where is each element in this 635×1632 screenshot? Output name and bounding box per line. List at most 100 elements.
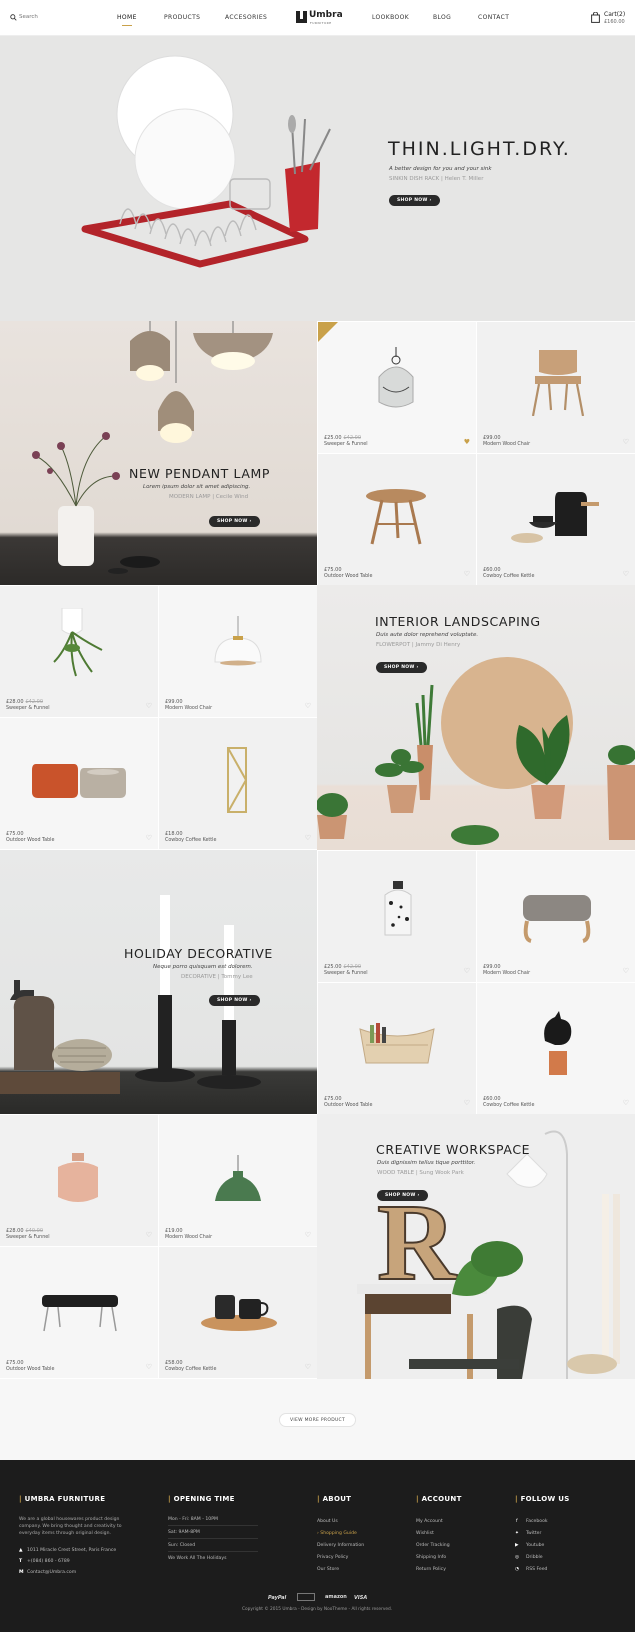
product-card[interactable]: £58.00 Cowboy Coffee Kettle ♡ (159, 1247, 317, 1378)
umbra-logo-icon (296, 11, 307, 23)
heart-icon[interactable]: ♡ (305, 1231, 311, 1239)
footer-link[interactable]: Wishlist (416, 1531, 434, 1536)
nav-contact[interactable]: CONTACT (478, 14, 509, 21)
product-name: Modern Wood Chair (165, 1235, 213, 1240)
heart-icon[interactable]: ♡ (623, 438, 629, 446)
heart-icon[interactable]: ♡ (305, 834, 311, 842)
opening-row: Mon - Fri: 8AM - 10PM (168, 1517, 258, 1526)
footer-link[interactable]: Delivery Information (317, 1543, 364, 1548)
banner-subtitle: Duis dignissim tellus tique porttitor. (377, 1160, 476, 1166)
banner-shop-now-button[interactable]: SHOP NOW › (377, 1190, 428, 1201)
product-price: £60.00 (483, 567, 501, 573)
banner-creative-workspace[interactable]: R CREATIVE WORKSPACE Duis dignissim tell… (317, 1114, 635, 1379)
product-card[interactable]: £60.00 Cowboy Coffee Kettle ♡ (477, 454, 635, 585)
heart-filled-icon[interactable]: ♥ (464, 438, 470, 446)
nav-lookbook[interactable]: LOOKBOOK (372, 14, 409, 21)
search-box[interactable]: Search (10, 13, 60, 23)
product-card[interactable]: £18.00 Cowboy Coffee Kettle ♡ (159, 718, 317, 849)
heart-icon[interactable]: ♡ (305, 702, 311, 710)
logo-sub: FURNITURE (310, 21, 332, 25)
heart-icon[interactable]: ♡ (464, 570, 470, 578)
footer-social-link[interactable]: RSS Feed (526, 1567, 547, 1572)
footer-link[interactable]: About Us (317, 1519, 338, 1524)
banner-pendant-lamp[interactable]: NEW PENDANT LAMP Lorem ipsum dolor sit a… (0, 321, 317, 585)
footer-link[interactable]: › Shopping Guide (317, 1531, 357, 1536)
product-card[interactable]: £99.00 Modern Wood Chair ♡ (159, 586, 317, 717)
heart-icon[interactable]: ♡ (623, 967, 629, 975)
rss-icon[interactable]: ◔ (515, 1567, 519, 1572)
heart-icon[interactable]: ♡ (146, 702, 152, 710)
nav-products[interactable]: PRODUCTS (164, 14, 200, 21)
product-name: Outdoor Wood Table (6, 1367, 55, 1372)
heart-icon[interactable]: ♡ (146, 1231, 152, 1239)
facebook-icon[interactable]: f (516, 1519, 518, 1524)
product-card[interactable]: £25.00 £42.00 Sweeper & Funnel ♥ (318, 322, 476, 453)
footer-social-link[interactable]: Facebook (526, 1519, 548, 1524)
banner-interior-landscaping[interactable]: INTERIOR LANDSCAPING Duis aute dolor rep… (317, 585, 635, 850)
opening-row: Sat: 9AM-8PM (168, 1530, 258, 1539)
product-card[interactable]: £99.00 Modern Wood Chair ♡ (477, 322, 635, 453)
paypal-logo: PayPal (268, 1595, 287, 1601)
footer-account-heading: ACCOUNT (416, 1495, 462, 1503)
product-image (544, 1011, 572, 1075)
product-old-price: £40.00 (25, 1228, 44, 1234)
product-name: Outdoor Wood Table (324, 574, 373, 579)
footer-social-link[interactable]: Youtube (526, 1543, 544, 1548)
product-card[interactable]: £28.00 £40.00 Sweeper & Funnel ♡ (0, 1115, 158, 1246)
banner-subtitle: Duis aute dolor reprehend voluptate. (376, 632, 479, 638)
footer-link[interactable]: Our Store (317, 1567, 339, 1572)
heart-icon[interactable]: ♡ (146, 1363, 152, 1371)
footer-email[interactable]: Contact@Umbra.com (27, 1570, 76, 1575)
heart-icon[interactable]: ♡ (464, 1099, 470, 1107)
product-card[interactable]: £75.00 Outdoor Wood Table ♡ (0, 1247, 158, 1378)
logo[interactable]: Umbra FURNITURE (296, 10, 344, 26)
product-card[interactable]: £19.00 Modern Wood Chair ♡ (159, 1115, 317, 1246)
heart-icon[interactable]: ♡ (146, 834, 152, 842)
banner-title: NEW PENDANT LAMP (129, 466, 271, 481)
footer-link[interactable]: Privacy Policy (317, 1555, 348, 1560)
product-old-price: £42.00 (25, 699, 44, 705)
footer-link[interactable]: Shipping Info (416, 1555, 446, 1560)
twitter-icon[interactable]: ✦ (515, 1531, 519, 1536)
product-card[interactable]: £28.00 £42.00 Sweeper & Funnel ♡ (0, 586, 158, 717)
footer-link[interactable]: Order Tracking (416, 1543, 450, 1548)
nav-home[interactable]: HOME (117, 14, 137, 26)
product-card[interactable]: £25.00 £42.00 Sweeper & Funnel ♡ (318, 851, 476, 982)
pendant-lamps-image (32, 321, 273, 574)
product-price: £18.00 (165, 831, 183, 837)
footer-link[interactable]: My Account (416, 1519, 443, 1524)
footer-social-link[interactable]: Twitter (526, 1531, 541, 1536)
product-card[interactable]: £75.00 Outdoor Wood Table ♡ (318, 454, 476, 585)
product-image (531, 350, 585, 416)
product-card[interactable]: £99.00 Modern Wood Chair ♡ (477, 851, 635, 982)
footer-link[interactable]: Return Policy (416, 1567, 446, 1572)
product-card[interactable]: £75.00 Outdoor Wood Table ♡ (0, 718, 158, 849)
banner-shop-now-button[interactable]: SHOP NOW › (209, 995, 260, 1006)
banner-title: HOLIDAY DECORATIVE (124, 946, 273, 961)
youtube-icon[interactable]: ▶ (515, 1543, 519, 1548)
heart-icon[interactable]: ♡ (464, 967, 470, 975)
cart[interactable]: Cart(2) £160.00 (591, 11, 631, 27)
banner-shop-now-button[interactable]: SHOP NOW › (209, 516, 260, 527)
hero-shop-now-button[interactable]: SHOP NOW › (389, 195, 440, 206)
heart-icon[interactable]: ♡ (623, 1099, 629, 1107)
banner-holiday-decorative[interactable]: HOLIDAY DECORATIVE Neque porro quisquam … (0, 850, 317, 1114)
nav-accesories[interactable]: ACCESORIES (225, 14, 267, 21)
product-old-price: £42.00 (343, 964, 362, 970)
view-more-button[interactable]: VIEW MORE PRODUCT (279, 1413, 356, 1427)
product-card[interactable]: £75.00 Outdoor Wood Table ♡ (318, 983, 476, 1114)
heart-icon[interactable]: ♡ (623, 570, 629, 578)
visa-logo: VISA (354, 1595, 368, 1601)
heart-icon[interactable]: ♡ (305, 1363, 311, 1371)
product-name: Cowboy Coffee Kettle (165, 838, 217, 843)
search-placeholder: Search (19, 14, 38, 20)
product-card[interactable]: £60.00 Cowboy Coffee Kettle ♡ (477, 983, 635, 1114)
banner-shop-now-button[interactable]: SHOP NOW › (376, 662, 427, 673)
product-name: Sweeper & Funnel (6, 1235, 50, 1240)
nav-blog[interactable]: BLOG (433, 14, 451, 21)
product-image (201, 1295, 277, 1331)
site-footer: UMBRA FURNITURE We are a global housewar… (0, 1460, 635, 1632)
dribbble-icon[interactable]: ◎ (515, 1555, 519, 1560)
product-price: £75.00 (6, 1360, 24, 1366)
footer-social-link[interactable]: Dribble (526, 1555, 543, 1560)
